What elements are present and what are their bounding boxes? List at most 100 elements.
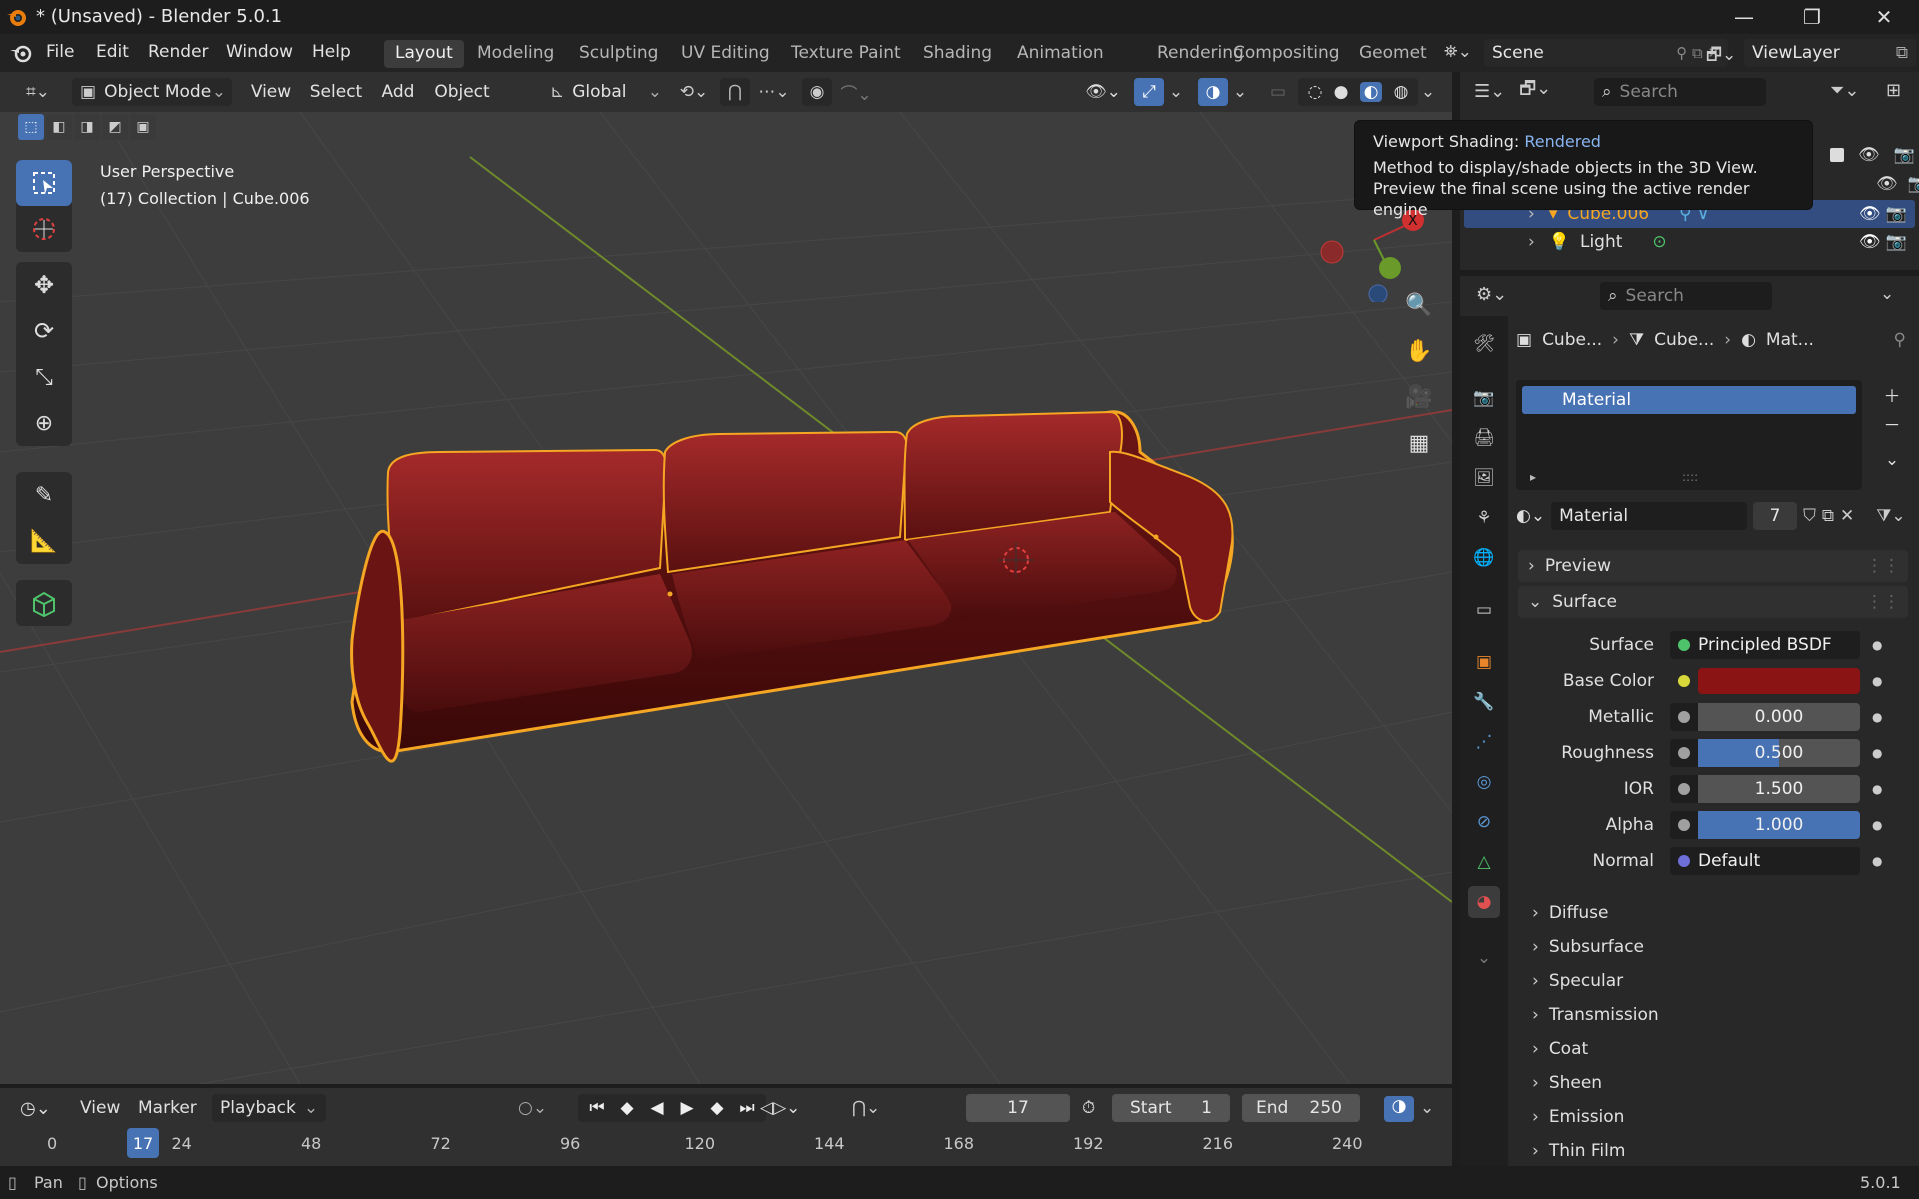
material-slot-item[interactable]: Material [1522, 386, 1856, 414]
outliner-editor-icon[interactable]: ☰⌄ [1474, 81, 1505, 102]
proportional-edit-icon[interactable]: ◉ [802, 78, 832, 106]
scene-tab-icon[interactable]: ⚘ [1468, 502, 1500, 534]
material-tab-icon[interactable]: ◕ [1468, 886, 1500, 918]
socket-dot-icon[interactable] [1678, 855, 1690, 867]
ortho-toggle-icon[interactable]: ▦ [1398, 422, 1440, 464]
frame-ruler[interactable]: 17 0 24 48 72 96 120 144 168 192 216 240 [0, 1126, 1452, 1166]
menu-file[interactable]: File [46, 42, 74, 62]
menu-render[interactable]: Render [148, 42, 209, 62]
select-intersect-icon[interactable]: ▣ [130, 114, 156, 140]
tab-compositing[interactable]: Compositing [1222, 40, 1351, 68]
socket-dot-icon[interactable] [1678, 783, 1690, 795]
camera-view-icon[interactable]: 🎥 [1398, 376, 1440, 418]
menu-select[interactable]: Select [308, 78, 364, 106]
menu-window[interactable]: Window [226, 42, 293, 62]
select-subtract-icon[interactable]: ◨ [74, 114, 100, 140]
falloff-icon[interactable]: ⌒⌄ [836, 78, 876, 106]
output-tab-icon[interactable]: 🖨 [1468, 422, 1500, 454]
menu-object[interactable]: Object [432, 78, 492, 106]
material-name-field[interactable]: Material [1551, 502, 1748, 530]
subsection-thin-film[interactable]: › Thin Film [1532, 1136, 1625, 1166]
eye-icon[interactable]: 👁 📷 [1859, 232, 1907, 252]
solid-shading-icon[interactable]: ● [1334, 82, 1349, 102]
tab-texture-paint[interactable]: Texture Paint [780, 40, 912, 68]
socket-dot-icon[interactable] [1678, 711, 1690, 723]
subsection-transmission[interactable]: › Transmission [1532, 1000, 1659, 1030]
keyframe-dot-icon[interactable]: ● [1872, 746, 1882, 760]
xray-toggle-icon[interactable]: ▭ [1264, 78, 1292, 106]
keyframe-dot-icon[interactable]: ● [1872, 710, 1882, 724]
viewlayer-icon[interactable]: 🗗⌄ [1706, 42, 1736, 66]
blender-menu-icon[interactable] [8, 42, 34, 64]
properties-editor-icon[interactable]: ⚙⌄ [1476, 284, 1507, 305]
viewport-scene[interactable] [0, 112, 1452, 1084]
current-frame-field[interactable]: 17 [966, 1094, 1070, 1122]
minimize-button[interactable]: — [1716, 0, 1772, 34]
editor-type-icon[interactable]: ⌗⌄ [18, 78, 58, 106]
data-tab-icon[interactable]: △ [1468, 846, 1500, 878]
maximize-button[interactable]: ❐ [1784, 0, 1840, 34]
menu-view[interactable]: View [248, 78, 294, 106]
drag-handle-icon[interactable]: ⋮⋮ [1866, 556, 1900, 576]
timeline-editor-icon[interactable]: ◷⌄ [20, 1098, 51, 1119]
start-frame-field[interactable]: Start 1 [1112, 1094, 1230, 1122]
snap-target-icon[interactable]: ⋯⌄ [752, 78, 796, 106]
world-tab-icon[interactable]: 🌐 [1468, 542, 1500, 574]
cursor-tool-icon[interactable] [16, 206, 72, 252]
fake-user-shield-icon[interactable]: ⛉ [1803, 506, 1816, 526]
collection-tab-icon[interactable]: ▭ [1468, 594, 1500, 626]
select-extend-icon[interactable]: ◧ [46, 114, 72, 140]
eye-icon[interactable]: 👁 [1876, 174, 1898, 194]
eye-icon[interactable]: 👁 📷 [1859, 204, 1907, 224]
view-layer-tab-icon[interactable]: 🖼 [1468, 462, 1500, 494]
menu-add[interactable]: Add [378, 78, 418, 106]
overlays-dropdown-icon[interactable]: ⌄ [1230, 78, 1250, 106]
field-value-surface[interactable]: Principled BSDF [1670, 631, 1860, 659]
select-box-tool-icon[interactable] [16, 160, 72, 206]
scene-name-field[interactable]: Scene ⚲ ⧉ ✕ [1484, 39, 1728, 67]
end-frame-field[interactable]: End 250 [1242, 1094, 1360, 1122]
annotate-tool-icon[interactable]: ✎ [16, 472, 72, 518]
particles-tab-icon[interactable]: ⋰ [1468, 726, 1500, 758]
prev-keyframe-icon[interactable]: ◆ [612, 1098, 642, 1118]
material-preview-shading-icon[interactable]: ◐ [1359, 82, 1383, 102]
menu-help[interactable]: Help [312, 42, 351, 62]
select-invert-icon[interactable]: ◩ [102, 114, 128, 140]
tab-uv-editing[interactable]: UV Editing [670, 40, 781, 68]
browse-material-icon[interactable]: ◐⌄ [1516, 506, 1545, 526]
rotate-tool-icon[interactable]: ⟳ [16, 308, 72, 354]
outliner-search-input[interactable]: ⌕ Search [1594, 78, 1766, 106]
field-value-base-color[interactable] [1670, 667, 1860, 695]
object-tab-icon[interactable]: ▣ [1468, 646, 1500, 678]
subsection-coat[interactable]: › Coat [1532, 1034, 1588, 1064]
filter-icon[interactable]: ⏷⌄ [1830, 80, 1859, 101]
tab-geometry-nodes[interactable]: Geometr [1348, 40, 1428, 68]
socket-dot-icon[interactable] [1678, 639, 1690, 651]
new-viewlayer-icon[interactable]: ⧉ [1896, 43, 1908, 63]
playback-dropdown[interactable]: Playback ⌄ [212, 1094, 327, 1122]
transform-orientation-dropdown[interactable]: ⊾ Global ⌄ [550, 78, 662, 106]
tab-shading[interactable]: Shading [912, 40, 1003, 68]
snap-toggle-icon[interactable]: ⋂ [720, 78, 750, 106]
menu-edit[interactable]: Edit [96, 42, 129, 62]
field-value-normal[interactable]: Default [1670, 847, 1860, 875]
pivot-point-icon[interactable]: ⟲⌄ [672, 78, 716, 106]
base-color-swatch[interactable] [1698, 668, 1860, 694]
rendered-shading-icon[interactable]: ◍ [1394, 82, 1409, 102]
move-tool-icon[interactable]: ✥ [16, 262, 72, 308]
scale-tool-icon[interactable]: ⤡ [16, 354, 72, 400]
socket-dot-icon[interactable] [1678, 819, 1690, 831]
constraints-tab-icon[interactable]: ⊘ [1468, 806, 1500, 838]
resize-grip-icon[interactable]: :::: [1682, 470, 1698, 484]
subsection-diffuse[interactable]: › Diffuse [1532, 898, 1608, 928]
next-keyframe-icon[interactable]: ◆ [702, 1098, 732, 1118]
visibility-icon[interactable]: 👁⌄ [1080, 78, 1126, 106]
play-icon[interactable]: ▶ [672, 1098, 702, 1118]
subsection-emission[interactable]: › Emission [1532, 1102, 1624, 1132]
duplicate-material-icon[interactable]: ⧉ [1822, 506, 1834, 526]
expand-arrow-icon[interactable]: › [1528, 232, 1535, 252]
material-users-count[interactable]: 7 [1753, 502, 1798, 530]
add-slot-icon[interactable]: ＋ [1884, 382, 1901, 407]
tab-sculpting[interactable]: Sculpting [568, 40, 669, 68]
stopwatch-icon[interactable]: ⏱ [1082, 1098, 1095, 1118]
